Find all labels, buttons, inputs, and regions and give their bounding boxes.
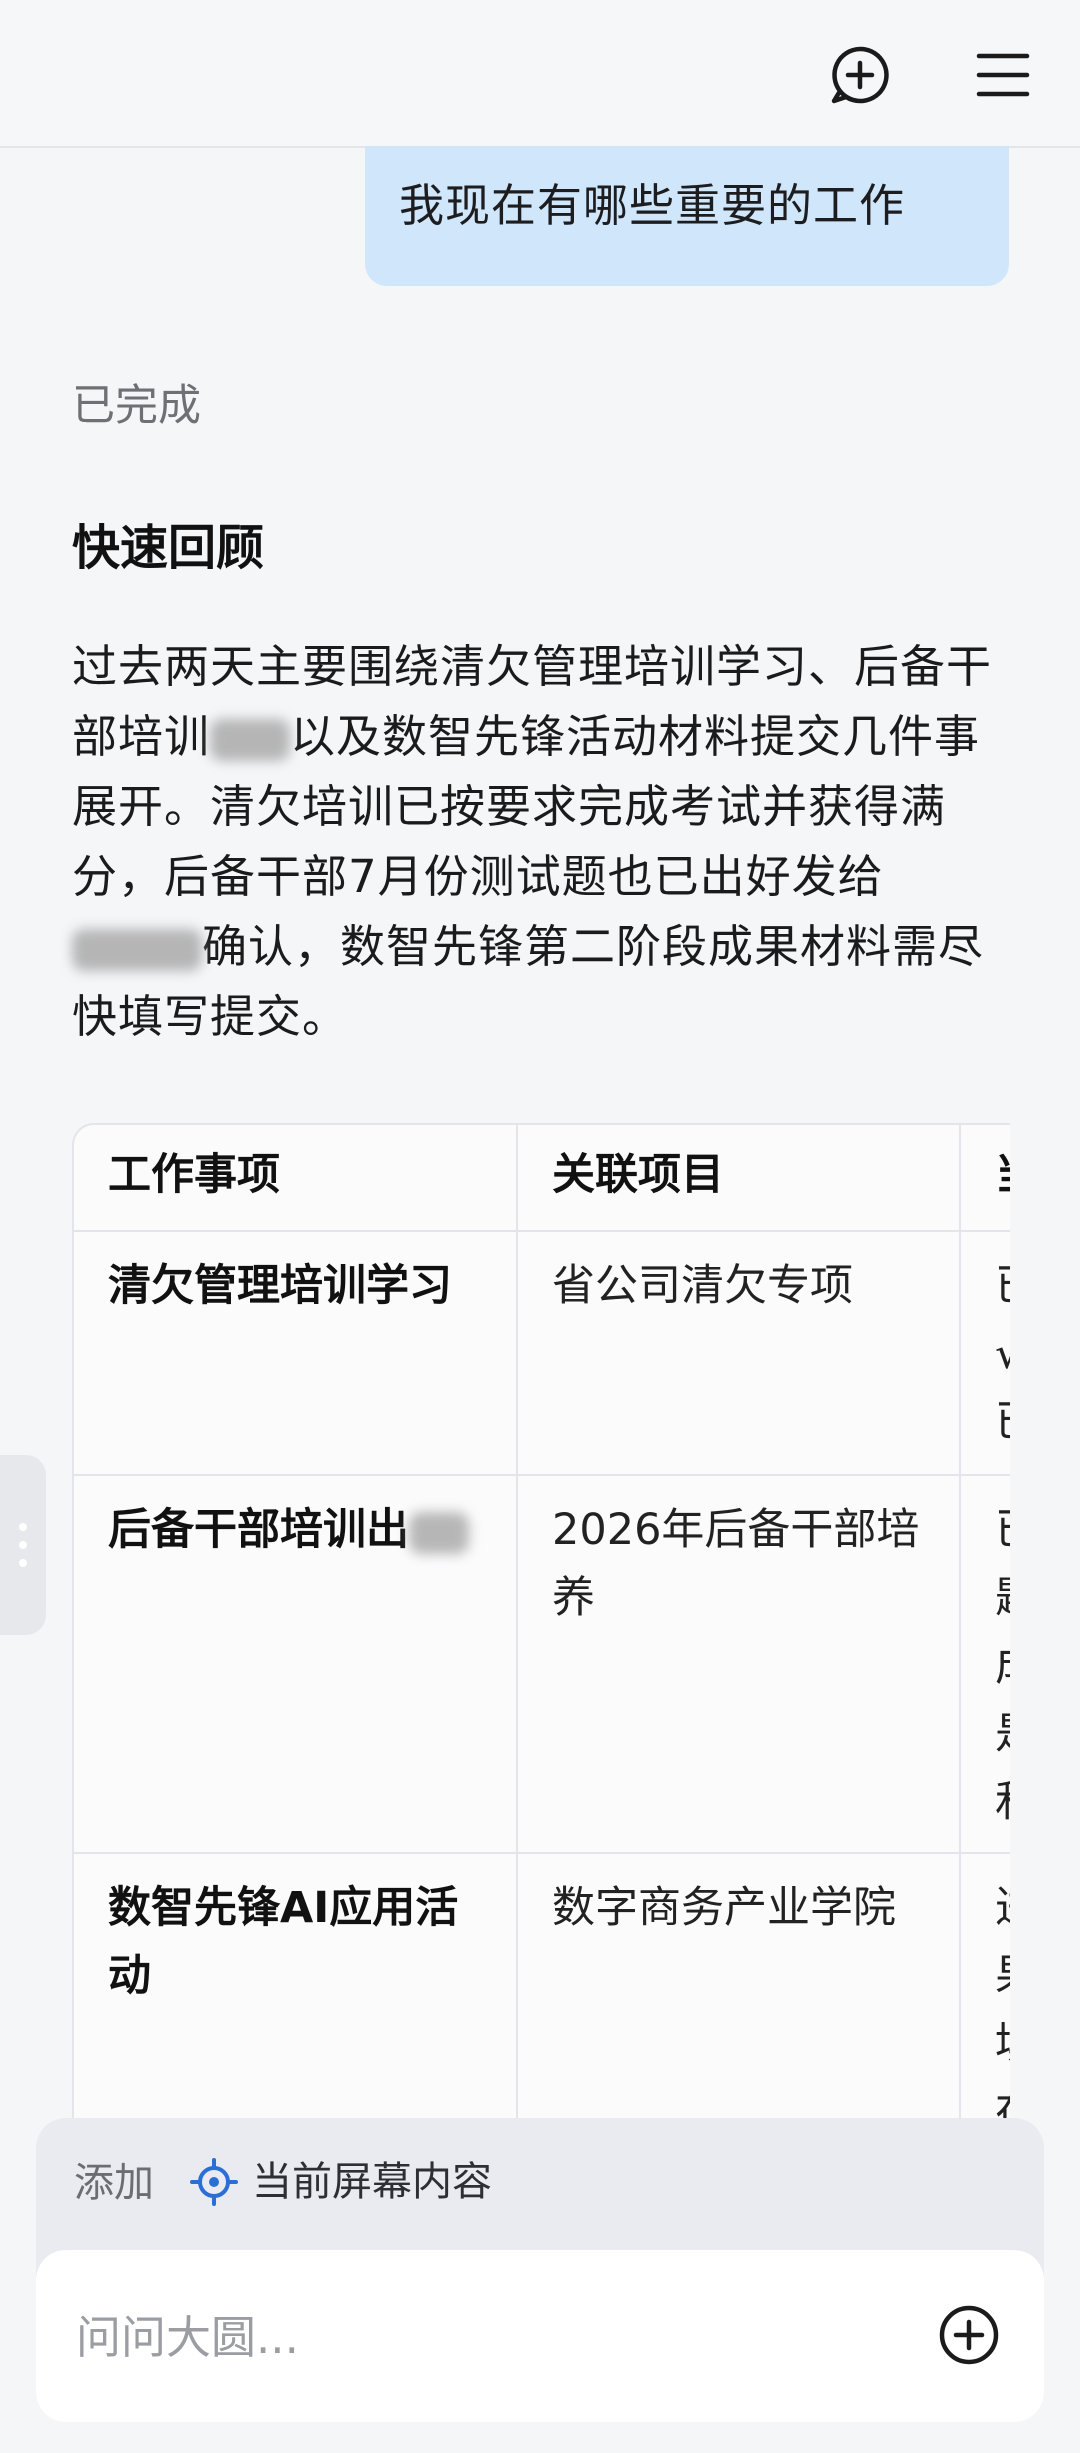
column-header-project: 关联项目 xyxy=(517,1125,961,1232)
section-title: 快速回顾 xyxy=(72,520,265,576)
top-bar xyxy=(0,0,1080,148)
handle-dot xyxy=(19,1523,27,1531)
table-row: 清欠管理培训学习 省公司清欠专项 已 √ 已 xyxy=(74,1231,1010,1476)
target-crosshair-icon xyxy=(190,2158,238,2206)
redacted-blur xyxy=(72,929,202,971)
message-input[interactable] xyxy=(74,2300,898,2374)
response-status: 已完成 xyxy=(72,381,201,431)
handle-dot xyxy=(19,1559,27,1567)
screen-chip-label: 当前屏幕内容 xyxy=(252,2159,492,2205)
message-input-box xyxy=(36,2250,1044,2422)
current-screen-chip[interactable]: 当前屏幕内容 xyxy=(190,2152,492,2212)
handle-dot xyxy=(19,1541,27,1549)
cell-item: 后备干部培训出 xyxy=(74,1475,518,1854)
add-chat-icon xyxy=(831,46,889,104)
cell-status: 已 √ 已 xyxy=(960,1231,1010,1476)
cell-project: 数字商务产业学院 xyxy=(517,1853,961,2125)
table-row: 数智先锋AI应用活动 数字商务产业学院 进 果 填 在 xyxy=(74,1853,1010,2125)
redacted-blur xyxy=(409,1511,469,1554)
hamburger-menu-icon xyxy=(976,53,1030,97)
redacted-blur xyxy=(210,719,291,761)
summary-text-3: 确认，数智先锋第二阶段成果材料需尽快填写提交。 xyxy=(72,920,985,1043)
new-chat-button[interactable] xyxy=(825,40,895,110)
column-header-status: 当 xyxy=(960,1125,1010,1232)
cell-project: 省公司清欠专项 xyxy=(517,1231,961,1476)
attach-button[interactable] xyxy=(934,2300,1004,2370)
table-header-row: 工作事项 关联项目 当 xyxy=(74,1125,1010,1232)
cell-item-text: 后备干部培训出 xyxy=(108,1505,409,1555)
table-row: 后备干部培训出 2026年后备干部培养 已 题 成 是 和 xyxy=(74,1475,1010,1854)
cell-project: 2026年后备干部培养 xyxy=(517,1475,961,1854)
side-drawer-handle[interactable] xyxy=(0,1455,46,1635)
summary-paragraph: 过去两天主要围绕清欠管理培训学习、后备干部培训 以及数智先锋活动材料提交几件事展开… xyxy=(72,632,1012,1052)
user-message-text: 我现在有哪些重要的工作 xyxy=(399,179,906,232)
cell-item: 数智先锋AI应用活动 xyxy=(74,1853,518,2125)
menu-button[interactable] xyxy=(968,40,1038,110)
work-items-table[interactable]: 工作事项 关联项目 当 清欠管理培训学习 省公司清欠专项 已 √ 已 后备干部培… xyxy=(72,1123,1010,2127)
composer-panel: 添加 当前屏幕内容 xyxy=(36,2118,1044,2422)
cell-status: 进 果 填 在 xyxy=(960,1853,1010,2125)
cell-item: 清欠管理培训学习 xyxy=(74,1231,518,1476)
add-context-label: 添加 xyxy=(74,2160,154,2206)
user-message-bubble[interactable]: 我现在有哪些重要的工作 xyxy=(365,146,1009,286)
column-header-item: 工作事项 xyxy=(74,1125,518,1232)
cell-status: 已 题 成 是 和 xyxy=(960,1475,1010,1854)
plus-circle-icon xyxy=(939,2305,999,2365)
